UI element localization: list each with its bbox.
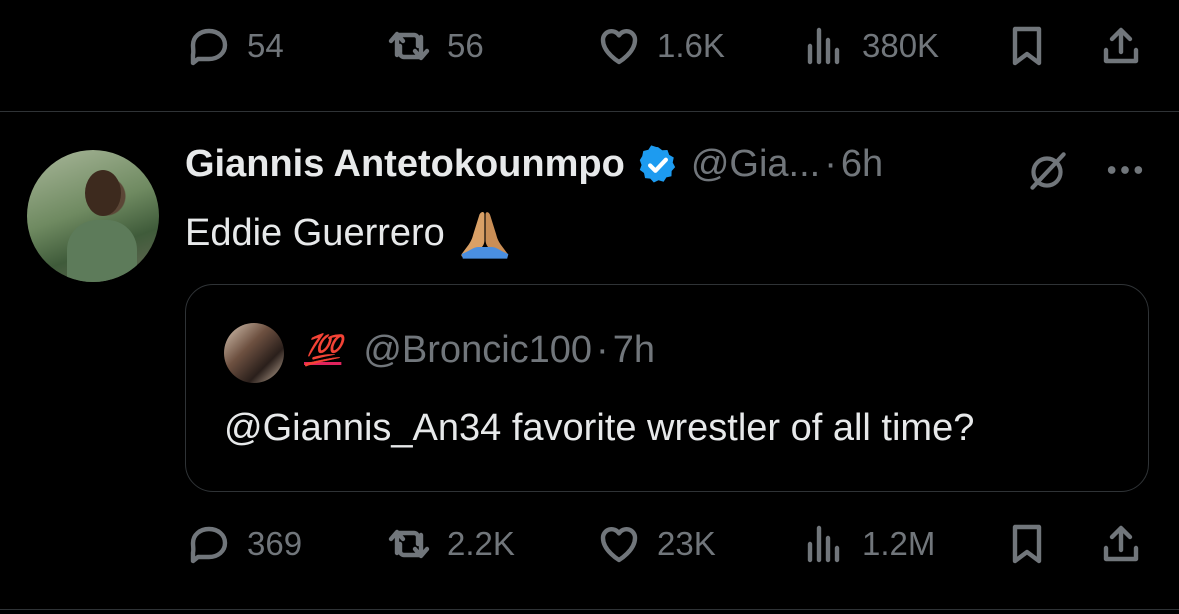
quoted-header: 💯 @Broncic100 · 7h — [304, 329, 655, 372]
reply-icon — [190, 526, 228, 564]
display-name[interactable]: Giannis Antetokounmpo — [185, 143, 625, 186]
retweet-count: 2.2K — [447, 525, 515, 562]
retweet-button[interactable]: 2.2K — [385, 520, 515, 568]
share-button[interactable] — [1097, 520, 1145, 568]
retweet-count: 56 — [447, 27, 484, 64]
bookmark-icon — [1012, 26, 1042, 66]
like-count: 23K — [657, 525, 716, 562]
like-count: 1.6K — [657, 27, 725, 64]
handle[interactable]: @Gia... — [691, 143, 820, 186]
like-button[interactable]: 23K — [595, 520, 716, 568]
share-icon — [1103, 27, 1139, 64]
share-button[interactable] — [1097, 22, 1145, 70]
heart-icon — [600, 28, 638, 65]
separator-dot: · — [824, 143, 837, 185]
views-count: 1.2M — [862, 525, 936, 562]
avatar[interactable] — [27, 150, 159, 282]
reply-icon — [190, 28, 228, 66]
grok-icon[interactable] — [1022, 146, 1072, 196]
bookmark-button[interactable] — [1003, 22, 1051, 70]
reply-count: 369 — [247, 525, 303, 562]
reply-button[interactable]: 369 — [185, 520, 302, 568]
quoted-text: @Giannis_An34 favorite wrestler of all t… — [224, 407, 975, 449]
quoted-tweet[interactable]: 💯 @Broncic100 · 7h @Giannis_An34 favorit… — [185, 284, 1149, 492]
tweet-divider — [0, 111, 1179, 112]
bar-chart-icon — [807, 525, 840, 563]
timestamp[interactable]: 6h — [841, 143, 883, 186]
reply-count: 54 — [247, 27, 284, 64]
previous-tweet-actions: 54 56 1.6K 380K — [185, 18, 1139, 74]
verified-badge-icon[interactable] — [637, 144, 679, 186]
share-icon — [1103, 525, 1139, 562]
tweet-body: Eddie Guerrero — [185, 211, 445, 254]
bar-chart-icon — [807, 27, 840, 65]
heart-icon — [600, 526, 638, 563]
hundred-points-badge: 💯 — [304, 334, 342, 367]
quoted-avatar[interactable] — [224, 323, 284, 383]
bookmark-icon — [1012, 524, 1042, 564]
retweet-button[interactable]: 56 — [385, 22, 484, 70]
views-button[interactable]: 1.2M — [800, 520, 935, 568]
timeline: 54 56 1.6K 380K Giannis Antetokounmpo @G… — [0, 0, 1179, 614]
retweet-icon — [388, 31, 430, 61]
bookmark-button[interactable] — [1003, 520, 1051, 568]
tweet-actions: 369 2.2K 23K 1.2M — [185, 516, 1139, 572]
views-count: 380K — [862, 27, 940, 64]
reply-button[interactable]: 54 — [185, 22, 284, 70]
tweet-text: Eddie Guerrero — [185, 205, 513, 261]
retweet-icon — [388, 529, 430, 559]
quoted-separator-dot: · — [596, 329, 609, 371]
folded-hands-icon — [461, 212, 509, 259]
tweet-header: Giannis Antetokounmpo @Gia... · 6h — [185, 143, 883, 186]
bottom-divider — [0, 609, 1179, 610]
like-button[interactable]: 1.6K — [595, 22, 725, 70]
views-button[interactable]: 380K — [800, 22, 939, 70]
more-options-icon[interactable] — [1100, 150, 1150, 190]
quoted-handle[interactable]: @Broncic100 — [363, 329, 592, 372]
quoted-timestamp: 7h — [612, 329, 655, 371]
